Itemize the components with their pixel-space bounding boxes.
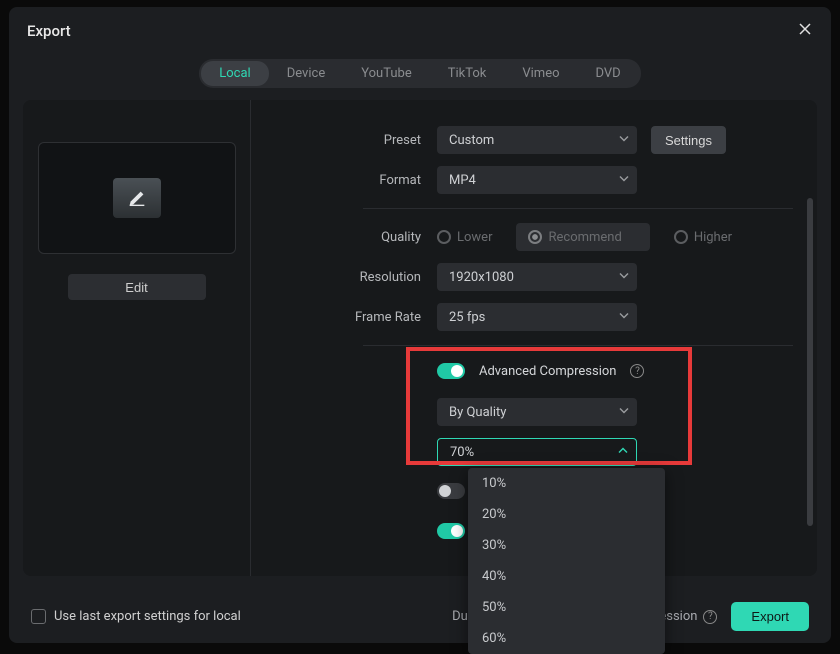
- quality-lower[interactable]: Lower: [437, 230, 492, 245]
- preset-label: Preset: [251, 133, 437, 148]
- framerate-select[interactable]: 25 fps: [437, 303, 637, 331]
- tab-group: Local Device YouTube TikTok Vimeo DVD: [199, 59, 640, 88]
- format-select[interactable]: MP4: [437, 166, 637, 194]
- tab-tiktok[interactable]: TikTok: [430, 61, 505, 86]
- tab-youtube[interactable]: YouTube: [343, 61, 430, 86]
- preset-select[interactable]: Custom: [437, 126, 637, 154]
- quality-higher[interactable]: Higher: [674, 230, 732, 245]
- chevron-down-icon: [619, 310, 629, 325]
- titlebar: Export: [9, 7, 831, 49]
- chevron-down-icon: [619, 270, 629, 285]
- help-icon[interactable]: ?: [630, 364, 644, 378]
- resolution-value: 1920x1080: [449, 270, 514, 285]
- close-icon[interactable]: [797, 21, 813, 41]
- extra-toggle-1[interactable]: [437, 483, 465, 499]
- compression-mode-select[interactable]: By Quality: [437, 398, 637, 426]
- opt-60[interactable]: 60%: [468, 623, 665, 654]
- scrollbar[interactable]: [807, 198, 813, 526]
- video-preview: [38, 142, 236, 254]
- divider: [363, 208, 793, 209]
- compression-level-dropdown[interactable]: 10% 20% 30% 40% 50% 60%: [468, 468, 665, 654]
- tab-vimeo[interactable]: Vimeo: [504, 61, 577, 86]
- tab-device[interactable]: Device: [269, 61, 344, 86]
- tab-dvd[interactable]: DVD: [578, 61, 639, 86]
- resolution-label: Resolution: [251, 270, 437, 285]
- format-label: Format: [251, 173, 437, 188]
- export-tabs: Local Device YouTube TikTok Vimeo DVD: [9, 49, 831, 94]
- edit-pencil-icon: [113, 178, 161, 218]
- chevron-down-icon: [619, 133, 629, 148]
- opt-50[interactable]: 50%: [468, 592, 665, 623]
- settings-button[interactable]: Settings: [651, 126, 726, 154]
- quality-recommend[interactable]: Recommend: [516, 223, 649, 251]
- use-last-settings-checkbox[interactable]: Use last export settings for local: [31, 609, 241, 624]
- divider: [363, 345, 793, 346]
- quality-label: Quality: [251, 230, 437, 245]
- export-dialog: Export Local Device YouTube TikTok Vimeo…: [9, 7, 831, 643]
- framerate-label: Frame Rate: [251, 310, 437, 325]
- extra-toggle-2[interactable]: [437, 523, 465, 539]
- dialog-title: Export: [27, 22, 71, 40]
- edit-button[interactable]: Edit: [68, 274, 206, 300]
- quality-radios: Lower Recommend Higher: [437, 223, 732, 251]
- chevron-down-icon: [619, 405, 629, 420]
- export-button[interactable]: Export: [731, 602, 809, 631]
- preset-value: Custom: [449, 133, 494, 148]
- main-panel: Edit Preset Custom Settings Format MP4: [23, 100, 817, 576]
- tab-local[interactable]: Local: [201, 61, 268, 86]
- advanced-compression-label: Advanced Compression: [479, 364, 616, 379]
- checkbox-icon: [31, 609, 46, 624]
- use-last-label: Use last export settings for local: [54, 609, 241, 624]
- chevron-up-icon: [618, 445, 628, 460]
- compression-mode-value: By Quality: [449, 405, 506, 420]
- compression-level-select[interactable]: 70%: [437, 438, 637, 466]
- opt-30[interactable]: 30%: [468, 530, 665, 561]
- compression-level-value: 70%: [450, 445, 474, 460]
- opt-40[interactable]: 40%: [468, 561, 665, 592]
- preview-pane: Edit: [23, 100, 251, 576]
- help-icon[interactable]: ?: [703, 610, 717, 624]
- opt-10[interactable]: 10%: [468, 468, 665, 499]
- resolution-select[interactable]: 1920x1080: [437, 263, 637, 291]
- advanced-compression-toggle[interactable]: [437, 363, 465, 379]
- opt-20[interactable]: 20%: [468, 499, 665, 530]
- chevron-down-icon: [619, 173, 629, 188]
- framerate-value: 25 fps: [449, 310, 485, 325]
- footer: Use last export settings for local Durat…: [9, 590, 831, 643]
- format-value: MP4: [449, 173, 476, 188]
